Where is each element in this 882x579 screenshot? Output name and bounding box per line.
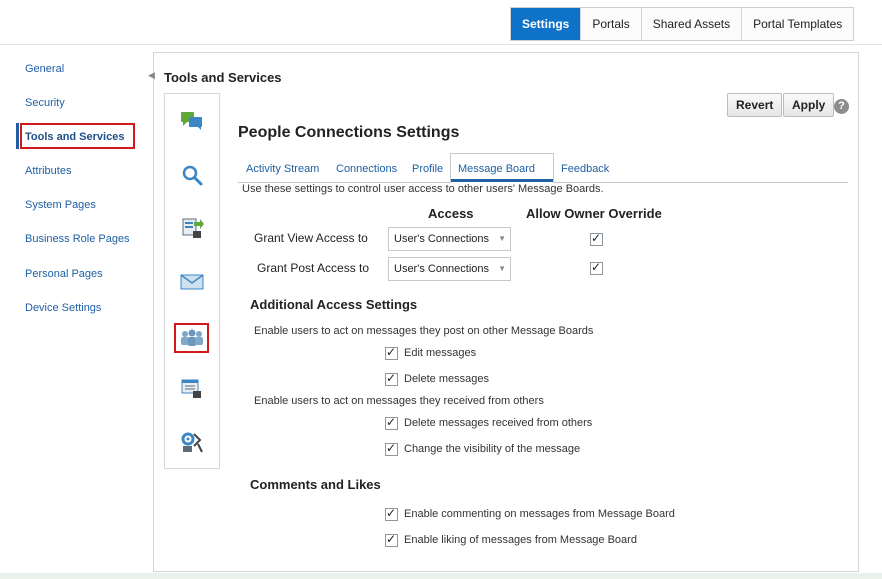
sidebar-item-personal-pages[interactable]: Personal Pages — [25, 268, 103, 280]
collapse-arrow-icon[interactable]: ◀ — [148, 70, 155, 81]
apply-button[interactable]: Apply — [783, 93, 835, 117]
tab-feedback[interactable]: Feedback — [561, 163, 609, 175]
people-connections-title: People Connections Settings — [238, 124, 460, 141]
sidebar-item-security[interactable]: Security — [25, 97, 65, 109]
grant-post-override-checkbox[interactable] — [590, 260, 603, 275]
chevron-down-icon: ▼ — [498, 234, 506, 243]
events-icon[interactable] — [179, 377, 205, 401]
mail-icon[interactable] — [179, 270, 205, 294]
revert-button[interactable]: Revert — [727, 93, 783, 117]
grant-view-value: User's Connections — [394, 233, 490, 245]
edit-messages-checkbox[interactable] — [385, 345, 398, 360]
document-exchange-icon[interactable] — [179, 216, 205, 240]
people-connections-icon[interactable] — [174, 323, 209, 353]
tab-activity-stream[interactable]: Activity Stream — [246, 163, 319, 175]
help-icon[interactable]: ? — [834, 99, 849, 114]
discussion-icon[interactable] — [179, 109, 205, 133]
header-divider — [0, 44, 882, 45]
delete-messages-label: Delete messages — [404, 373, 489, 385]
search-icon[interactable] — [179, 163, 205, 187]
tab-settings[interactable]: Settings — [511, 8, 581, 40]
enable-liking-checkbox[interactable] — [385, 532, 398, 547]
sidebar-item-business-role-pages[interactable]: Business Role Pages — [25, 233, 130, 245]
sidebar-item-attributes[interactable]: Attributes — [25, 165, 71, 177]
override-column-header: Allow Owner Override — [526, 206, 662, 221]
top-tab-bar: Settings Portals Shared Assets Portal Te… — [510, 7, 855, 41]
tab-profile[interactable]: Profile — [412, 163, 443, 175]
delete-received-checkbox[interactable] — [385, 415, 398, 430]
delete-received-label: Delete messages received from others — [404, 417, 593, 429]
tab-shared-assets[interactable]: Shared Assets — [640, 8, 742, 40]
sidebar-item-general[interactable]: General — [25, 63, 64, 75]
active-tab-underline — [451, 179, 553, 182]
access-column-header: Access — [428, 206, 474, 221]
grant-view-label: Grant View Access to — [254, 231, 368, 245]
comments-likes-title: Comments and Likes — [250, 477, 381, 492]
sidebar-item-system-pages[interactable]: System Pages — [25, 199, 96, 211]
sidebar-item-device-settings[interactable]: Device Settings — [25, 302, 101, 314]
message-board-description: Use these settings to control user acces… — [242, 183, 604, 195]
tab-portals[interactable]: Portals — [580, 8, 641, 40]
enable-commenting-checkbox[interactable] — [385, 506, 398, 521]
panel-title: Tools and Services — [164, 70, 282, 85]
chevron-down-icon: ▼ — [498, 264, 506, 273]
edit-messages-label: Edit messages — [404, 347, 477, 359]
tab-connections[interactable]: Connections — [336, 163, 397, 175]
enable-commenting-label: Enable commenting on messages from Messa… — [404, 508, 675, 520]
grant-view-override-checkbox[interactable] — [590, 231, 603, 246]
additional-access-title: Additional Access Settings — [250, 297, 418, 312]
sidebar-active-indicator — [16, 123, 19, 149]
tab-message-board[interactable]: Message Board — [458, 163, 535, 175]
tab-portal-templates[interactable]: Portal Templates — [741, 8, 854, 40]
grant-view-select[interactable]: User's Connections ▼ — [388, 227, 511, 251]
grant-post-select[interactable]: User's Connections ▼ — [388, 257, 511, 281]
grant-post-label: Grant Post Access to — [257, 261, 370, 275]
grant-post-value: User's Connections — [394, 263, 490, 275]
sidebar-item-tools-and-services[interactable]: Tools and Services — [25, 131, 124, 143]
tools-icon[interactable] — [179, 430, 205, 454]
post-messages-note: Enable users to act on messages they pos… — [254, 325, 594, 337]
change-visibility-label: Change the visibility of the message — [404, 443, 581, 455]
enable-liking-label: Enable liking of messages from Message B… — [404, 534, 637, 546]
received-messages-note: Enable users to act on messages they rec… — [254, 395, 544, 407]
delete-messages-checkbox[interactable] — [385, 371, 398, 386]
change-visibility-checkbox[interactable] — [385, 441, 398, 456]
footer-strip — [0, 573, 882, 579]
